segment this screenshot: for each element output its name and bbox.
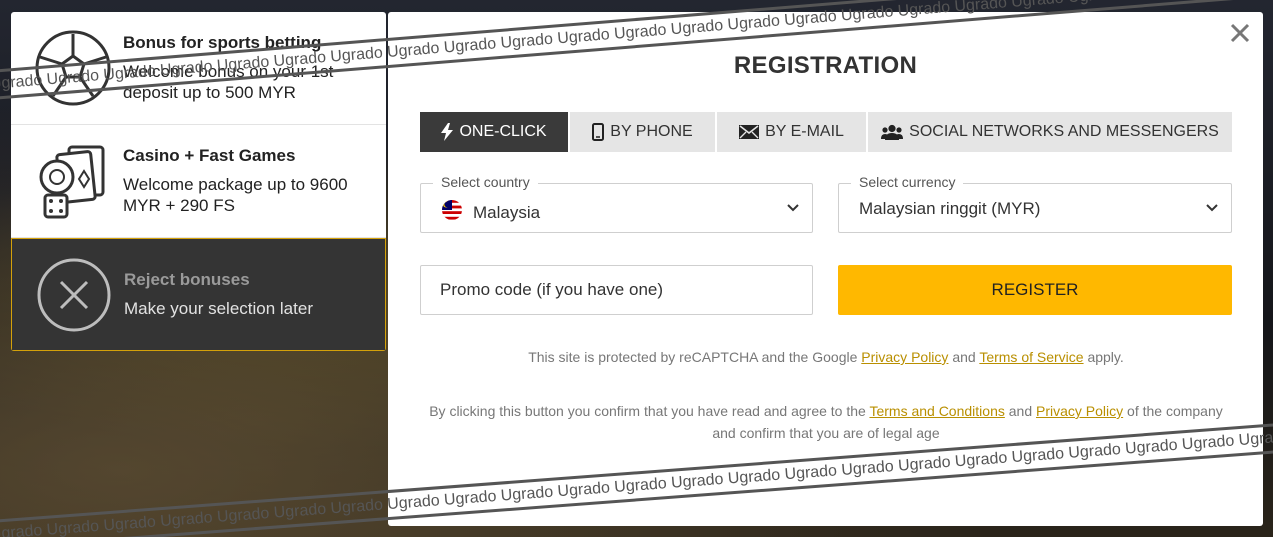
bonus-title: Casino + Fast Games (123, 146, 296, 165)
recaptcha-notice: This site is protected by reCAPTCHA and … (420, 346, 1232, 368)
privacy-policy-link[interactable]: Privacy Policy (861, 349, 948, 365)
currency-value: Malaysian ringgit (MYR) (859, 199, 1041, 218)
currency-select[interactable]: Select currency Malaysian ringgit (MYR) (838, 174, 1232, 233)
tab-label: SOCIAL NETWORKS AND MESSENGERS (909, 123, 1219, 140)
close-circle-icon (36, 257, 112, 333)
bonus-title: Bonus for sports betting (123, 33, 322, 52)
bonus-option-casino[interactable]: Casino + Fast Games Welcome package up t… (11, 125, 386, 238)
casino-cards-icon (35, 143, 111, 219)
bonus-description: Welcome bonus on your 1st deposit up to … (123, 62, 334, 102)
lightning-icon (441, 123, 454, 141)
promo-code-input[interactable] (420, 265, 813, 315)
tab-one-click[interactable]: ONE-CLICK (420, 112, 568, 152)
envelope-icon (739, 125, 760, 139)
bonus-title: Reject bonuses (124, 270, 250, 289)
users-icon (881, 124, 904, 140)
phone-icon (592, 123, 605, 141)
modal-title: REGISTRATION (733, 52, 918, 79)
bonus-description: Make your selection later (124, 299, 313, 318)
register-button[interactable]: REGISTER (838, 265, 1232, 315)
close-icon[interactable] (1229, 22, 1251, 44)
tab-label: BY E-MAIL (765, 123, 844, 140)
recaptcha-text: This site is protected by reCAPTCHA and … (528, 349, 858, 365)
bonus-option-sports[interactable]: Bonus for sports betting Welcome bonus o… (11, 12, 386, 125)
tab-social-networks[interactable]: SOCIAL NETWORKS AND MESSENGERS (868, 112, 1232, 152)
chevron-down-icon (1205, 201, 1219, 220)
consent-notice: By clicking this button you confirm that… (420, 400, 1232, 444)
terms-of-service-link[interactable]: Terms of Service (979, 349, 1083, 365)
tab-by-phone[interactable]: BY PHONE (570, 112, 715, 152)
recaptcha-and: and (952, 349, 976, 365)
malaysia-flag-icon (441, 199, 463, 226)
registration-tabs: ONE-CLICK BY PHONE BY E-MAIL SOCIAL NETW… (420, 112, 1232, 152)
terms-and-conditions-link[interactable]: Terms and Conditions (869, 403, 1004, 419)
registration-modal: REGISTRATION ONE-CLICK BY PHONE BY E-MAI… (388, 12, 1263, 526)
tab-label: ONE-CLICK (459, 123, 547, 140)
tab-label: BY PHONE (610, 123, 693, 140)
bonus-description: Welcome package up to 9600 MYR + 290 FS (123, 175, 348, 215)
country-value: Malaysia (473, 202, 541, 222)
currency-select-label: Select currency (851, 174, 964, 190)
soccer-ball-icon (35, 30, 111, 106)
consent-text: By clicking this button you confirm that… (429, 403, 866, 419)
consent-and: and (1008, 403, 1033, 419)
country-select[interactable]: Select country Malaysia (420, 174, 813, 233)
consent-privacy-policy-link[interactable]: Privacy Policy (1036, 403, 1123, 419)
chevron-down-icon (786, 201, 800, 220)
recaptcha-suffix: apply. (1087, 349, 1124, 365)
bonus-option-reject[interactable]: Reject bonuses Make your selection later (11, 238, 386, 351)
tab-by-email[interactable]: BY E-MAIL (717, 112, 866, 152)
bonus-panel: Bonus for sports betting Welcome bonus o… (11, 12, 386, 351)
country-select-label: Select country (433, 174, 538, 190)
